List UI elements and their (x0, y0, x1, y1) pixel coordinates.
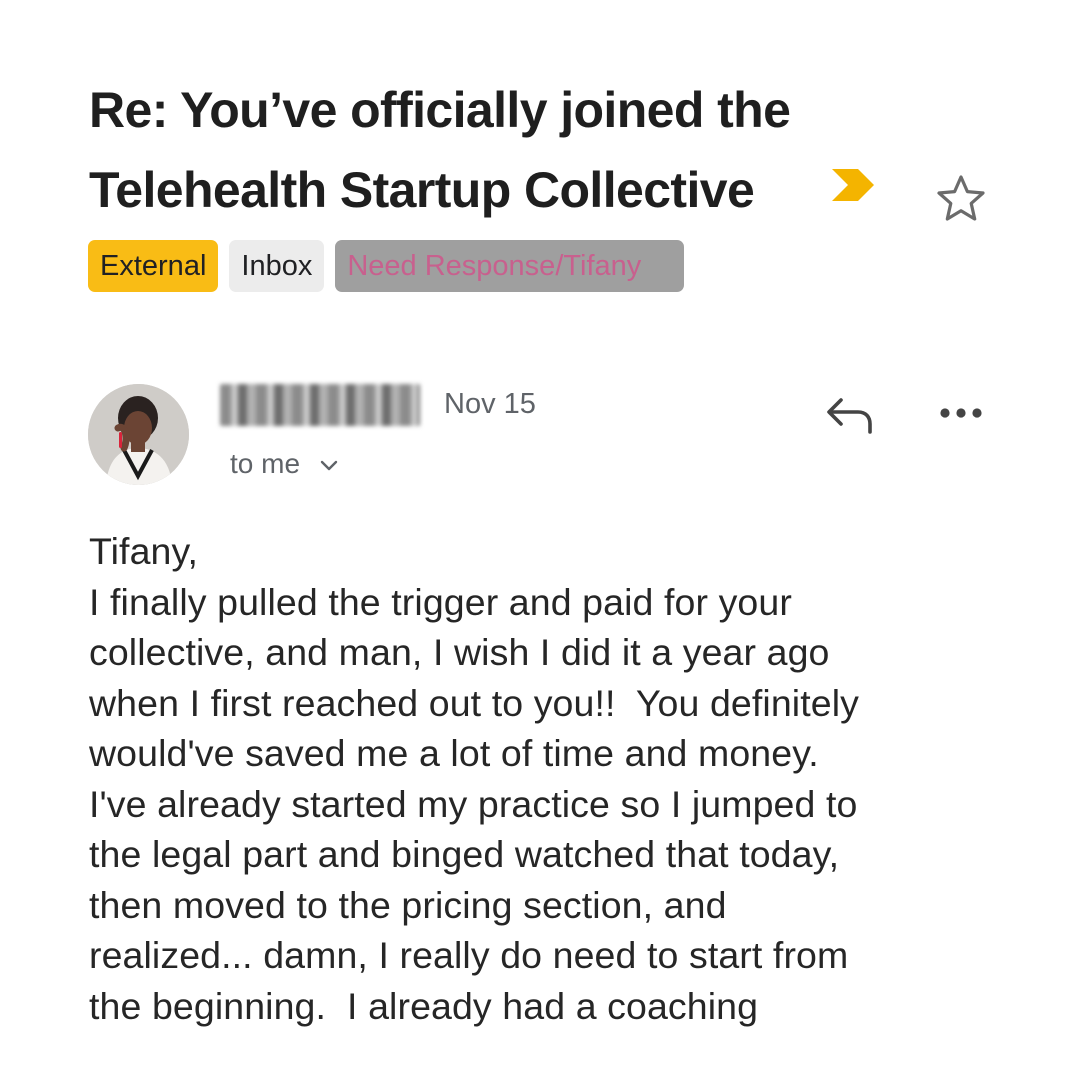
message-line: I've already started my practice so I ju… (89, 782, 858, 825)
subject-line: Re: You’ve officially joined the (89, 82, 791, 138)
email-subject: Re: You’ve officially joined the Telehea… (89, 70, 829, 230)
message-line: the legal part and binged watched that t… (89, 833, 840, 875)
chevron-down-icon (320, 460, 338, 470)
sender-avatar[interactable] (88, 384, 189, 485)
message-line: I finally pulled the trigger and paid fo… (89, 580, 792, 623)
recipient-toggle[interactable]: to me (230, 448, 340, 480)
more-horizontal-icon[interactable] (938, 402, 984, 424)
message-line: realized... damn, I really do need to st… (89, 934, 849, 976)
message-line: would've saved me a lot of time and mone… (89, 732, 819, 774)
message-line: Tifany, (89, 530, 199, 572)
sender-name-redacted (220, 384, 420, 426)
recipient-label: to me (230, 448, 301, 479)
message-line: then moved to the pricing section, and (89, 883, 727, 926)
message-line: the beginning. I already had a coaching (89, 984, 759, 1027)
label-list: External Inbox Need Response/Tifany (88, 240, 685, 292)
message-body: Tifany, I finally pulled the trigger and… (89, 526, 1049, 1031)
importance-marker-icon[interactable] (830, 167, 876, 203)
message-line: when I first reached out to you!! You de… (89, 681, 859, 724)
message-date: Nov 15 (444, 388, 536, 420)
subject-line: Telehealth Startup Collective (89, 162, 755, 218)
label-chip-need-response[interactable]: Need Response/Tifany (335, 240, 685, 292)
message-line: collective, and man, I wish I did it a y… (89, 631, 830, 673)
avatar-photo (88, 384, 189, 485)
label-chip-inbox[interactable]: Inbox (229, 240, 325, 292)
star-outline-icon[interactable] (934, 172, 988, 226)
label-chip-external[interactable]: External (88, 240, 219, 292)
reply-arrow-icon[interactable] (822, 392, 878, 436)
